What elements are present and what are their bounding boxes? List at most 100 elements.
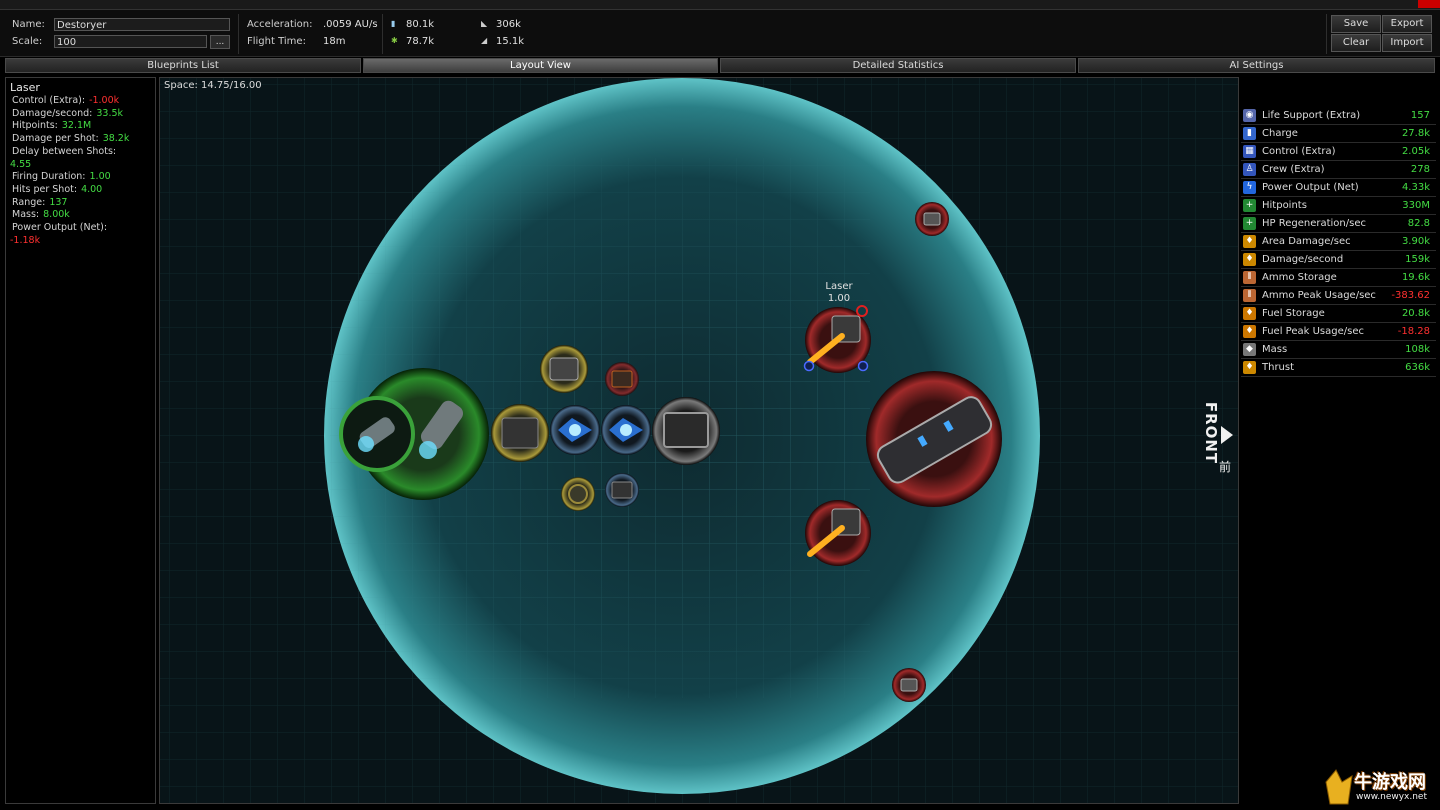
stat-row: Firing Duration: 1.00 [10, 171, 151, 184]
tab-ai-settings[interactable]: AI Settings [1078, 58, 1435, 73]
module-title: Laser [10, 81, 40, 94]
stat-value: 4.55 [10, 158, 32, 170]
selected-module-value: 1.00 [827, 293, 851, 304]
ship-stat-value: 20.8k [1401, 308, 1430, 319]
ship-stat-value: 108k [1405, 344, 1430, 355]
stat-value: 1.00 [89, 171, 111, 183]
flight-time-label: Flight Time: [247, 36, 306, 47]
stat-row: Power Output (Net): -1.18k [10, 222, 151, 247]
watermark-url: www.newyx.net [1356, 792, 1428, 802]
ship-stat-label: Life Support (Extra) [1262, 110, 1361, 121]
resource-a-icon: ▮ [391, 19, 396, 28]
resource-c-value: 78.7k [406, 36, 435, 47]
header-divider [238, 14, 239, 54]
control-icon: ▦ [1243, 145, 1256, 158]
acceleration-value: .0059 AU/s [323, 19, 378, 30]
crew-module[interactable] [540, 345, 588, 393]
reactor-module[interactable] [561, 477, 595, 511]
ship-stat-value: 636k [1405, 362, 1430, 373]
ship-stat-value: 4.33k [1401, 182, 1430, 193]
front-indicator: FRONT 前 [1201, 398, 1235, 478]
stat-label: Range: [12, 196, 46, 208]
laser-module[interactable] [805, 500, 871, 566]
turret-module[interactable] [892, 668, 926, 702]
tab-detailed-statistics[interactable]: Detailed Statistics [720, 58, 1076, 73]
stat-label: Power Output (Net): [12, 222, 108, 234]
export-button[interactable]: Export [1382, 15, 1432, 33]
crew-icon: ♙ [1243, 163, 1256, 176]
ship-stat-label: Charge [1262, 128, 1298, 139]
stat-label: Damage per Shot: [12, 133, 99, 145]
close-icon[interactable] [1418, 0, 1440, 8]
ship-stat-row: ◉ Life Support (Extra) 157 [1241, 107, 1436, 125]
stat-value: 38.2k [102, 133, 130, 145]
rotate-left-icon[interactable] [803, 360, 815, 372]
space-usage: Space: 14.75/16.00 [164, 80, 262, 91]
ship-stat-value: 27.8k [1401, 128, 1430, 139]
ship-stat-value: -383.62 [1391, 290, 1430, 301]
shield-module[interactable] [550, 405, 600, 455]
resource-b-value: 306k [496, 19, 521, 30]
ship-layout-canvas[interactable] [160, 78, 1238, 803]
turret-module[interactable] [915, 202, 949, 236]
scale-browse-button[interactable]: ... [210, 35, 230, 49]
ship-stat-value: 278 [1410, 164, 1430, 175]
blueprint-header: Name: Destoryer Scale: 100 ... Accelerat… [0, 10, 1440, 57]
name-input[interactable]: Destoryer [54, 18, 230, 31]
save-button[interactable]: Save [1331, 15, 1381, 33]
selected-module-name: Laser [825, 281, 853, 292]
life-support-icon: ◉ [1243, 109, 1256, 122]
armor-module[interactable] [491, 404, 549, 462]
stat-label: Hitpoints: [12, 120, 58, 132]
ship-stat-value: 330M [1402, 200, 1430, 211]
header-divider [1326, 14, 1327, 54]
damage-icon: ♦ [1243, 253, 1256, 266]
scale-input[interactable]: 100 [54, 35, 207, 48]
ship-stat-label: Power Output (Net) [1262, 182, 1359, 193]
flight-time-value: 18m [323, 36, 346, 47]
ship-stat-label: Ammo Storage [1262, 272, 1337, 283]
ship-stat-label: Damage/second [1262, 254, 1344, 265]
logo-icon [1325, 769, 1353, 805]
stat-label: Hits per Shot: [12, 183, 78, 195]
ship-stat-row: ♦ Fuel Storage 20.8k [1241, 305, 1436, 323]
cargo-module[interactable] [652, 397, 720, 465]
ammo-icon: ⦀ [1243, 271, 1256, 284]
import-button[interactable]: Import [1382, 34, 1432, 52]
watermark-text: 牛游戏网 [1354, 772, 1426, 793]
module-info-panel: Laser Control (Extra): -1.00k Damage/secon… [5, 77, 156, 804]
resource-d-value: 15.1k [496, 36, 525, 47]
ship-stat-row: + HP Regeneration/sec 82.8 [1241, 215, 1436, 233]
shield-module[interactable] [601, 405, 651, 455]
tab-blueprints-list[interactable]: Blueprints List [5, 58, 361, 73]
ship-stat-value: 157 [1410, 110, 1430, 121]
stat-value: 33.5k [96, 107, 124, 119]
tab-bar: Blueprints List Layout View Detailed Sta… [0, 58, 1440, 74]
hp-regen-icon: + [1243, 217, 1256, 230]
stat-row: Hits per Shot: 4.00 [10, 184, 151, 197]
sensor-module[interactable] [605, 473, 639, 507]
layout-view[interactable]: Space: 14.75/16.00 Laser 1.00 [159, 77, 1239, 804]
ship-stat-row: ⦀ Ammo Peak Usage/sec -383.62 [1241, 287, 1436, 305]
resource-c-icon: ✱ [391, 36, 398, 45]
ship-stat-row: ♦ Damage/second 159k [1241, 251, 1436, 269]
name-label: Name: [12, 19, 45, 30]
ammo-module[interactable] [605, 362, 639, 396]
site-watermark: 牛游戏网 www.newyx.net [1322, 766, 1437, 808]
rotate-right-icon[interactable] [857, 360, 869, 372]
ship-stat-row: ♦ Area Damage/sec 3.90k [1241, 233, 1436, 251]
stat-label: Damage/second: [12, 107, 93, 119]
ship-stat-row: + Hitpoints 330M [1241, 197, 1436, 215]
ship-stat-row: ♦ Thrust 636k [1241, 359, 1436, 377]
header-divider [382, 14, 383, 54]
ship-stat-label: Area Damage/sec [1262, 236, 1351, 247]
thrust-icon: ♦ [1243, 361, 1256, 374]
stat-row: Control (Extra): -1.00k [10, 95, 151, 108]
acceleration-label: Acceleration: [247, 19, 313, 30]
clear-button[interactable]: Clear [1331, 34, 1381, 52]
heavy-weapon-module[interactable] [866, 371, 1002, 507]
ammo-peak-icon: ⦀ [1243, 289, 1256, 302]
ship-stat-value: 2.05k [1401, 146, 1430, 157]
stat-row: Range: 137 [10, 197, 151, 210]
tab-layout-view[interactable]: Layout View [363, 58, 718, 73]
